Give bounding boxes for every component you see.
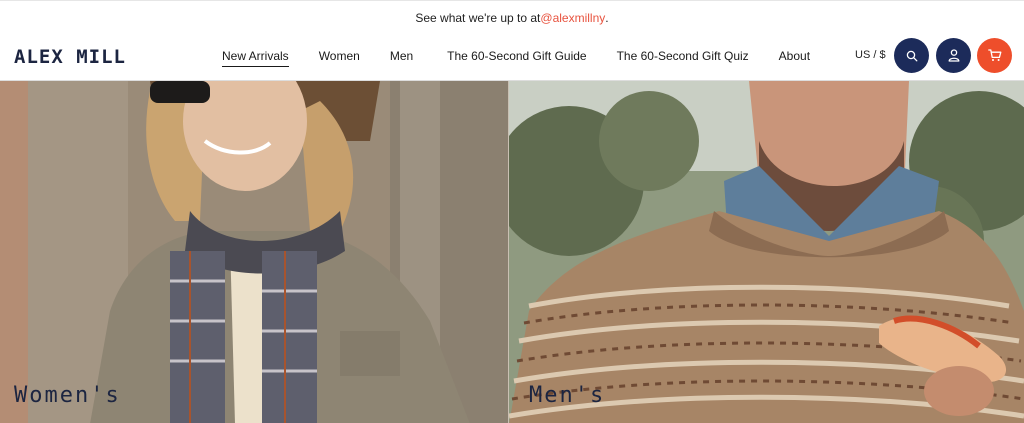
account-button[interactable] <box>936 38 971 73</box>
announcement-text: See what we're up to at <box>415 10 541 25</box>
mens-panel[interactable]: Men's <box>509 81 1024 423</box>
cart-button[interactable] <box>977 38 1012 73</box>
cart-icon <box>987 49 1001 61</box>
search-icon <box>906 50 917 61</box>
user-icon <box>948 49 959 62</box>
announcement-bar: See what we're up to at @alexmillny . <box>0 0 1024 34</box>
womens-hero-image <box>0 81 508 423</box>
nav-gift-guide[interactable]: The 60-Second Gift Guide <box>447 49 586 67</box>
site-header: ALEX MILL New Arrivals Women Men The 60-… <box>0 34 1024 80</box>
currency-selector[interactable]: US / $ <box>855 49 886 61</box>
hero-section: Women's Men's <box>0 80 1024 423</box>
womens-label[interactable]: Women's <box>14 383 121 408</box>
nav-men[interactable]: Men <box>390 49 413 67</box>
search-button[interactable] <box>894 38 929 73</box>
nav-gift-quiz[interactable]: The 60-Second Gift Quiz <box>617 49 749 67</box>
instagram-link[interactable]: @alexmillny <box>540 11 605 25</box>
logo[interactable]: ALEX MILL <box>14 46 126 68</box>
nav-about[interactable]: About <box>779 49 810 67</box>
mens-hero-image <box>509 81 1024 423</box>
announcement-suffix: . <box>605 10 609 25</box>
womens-panel[interactable]: Women's <box>0 81 508 423</box>
nav-new-arrivals[interactable]: New Arrivals <box>222 49 289 67</box>
nav-women[interactable]: Women <box>319 49 360 67</box>
main-nav: New Arrivals Women Men The 60-Second Gif… <box>222 49 810 67</box>
mens-label[interactable]: Men's <box>529 383 605 408</box>
